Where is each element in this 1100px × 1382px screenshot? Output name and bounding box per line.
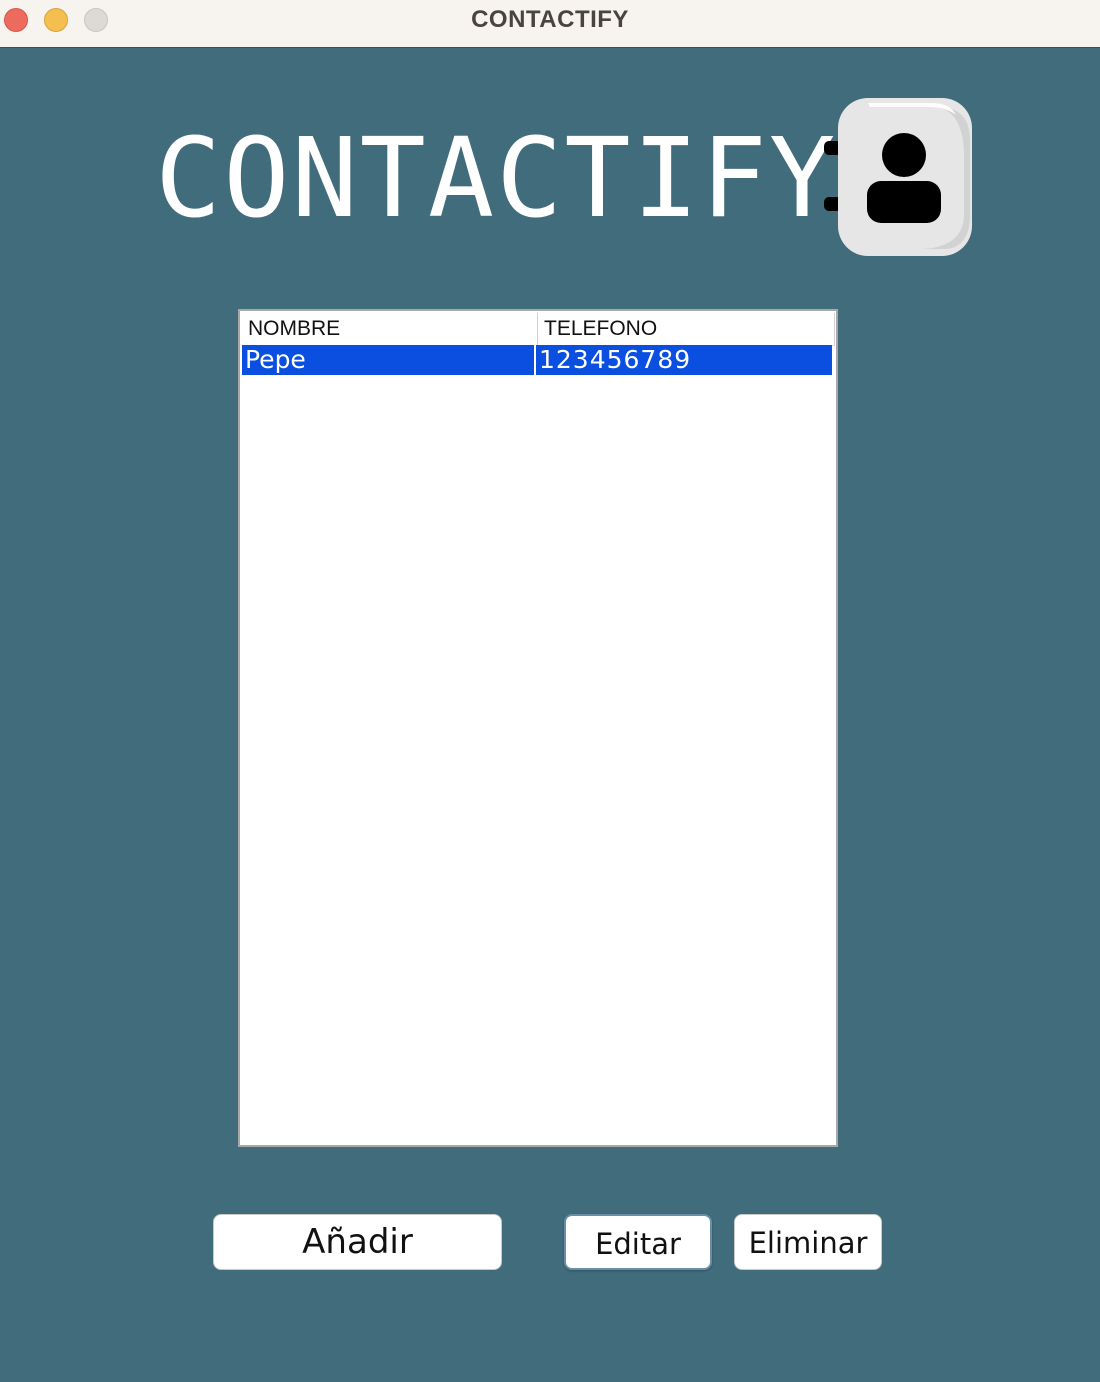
cell-nombre[interactable]: Pepe [242,345,536,375]
table-row[interactable]: Pepe 123456789 [242,345,832,375]
title-bar: CONTACTIFY [0,0,1100,48]
edit-button[interactable]: Editar [564,1214,712,1270]
table-header: NOMBRE TELEFONO [242,313,835,346]
window-title: CONTACTIFY [471,6,629,33]
app-heading: CONTACTIFY [155,114,838,242]
app-window: CONTACTIFY CONTACTIFY NOMBRE TELEFONO Pe… [0,0,1100,1382]
cell-telefono[interactable]: 123456789 [536,345,832,375]
column-header-telefono[interactable]: TELEFONO [538,313,835,345]
contact-book-icon [822,97,974,257]
add-button[interactable]: Añadir [213,1214,502,1270]
delete-button[interactable]: Eliminar [734,1214,882,1270]
column-header-nombre[interactable]: NOMBRE [242,313,538,345]
contacts-table[interactable]: NOMBRE TELEFONO Pepe 123456789 [238,309,838,1147]
